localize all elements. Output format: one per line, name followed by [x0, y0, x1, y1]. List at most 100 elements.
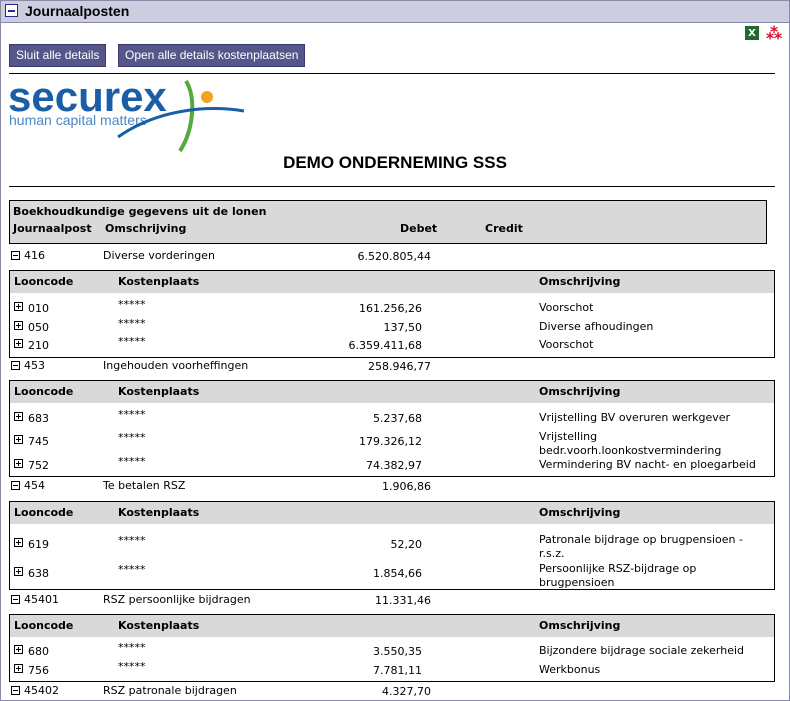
- col-omschrijving-detail: Omschrijving: [539, 506, 621, 519]
- col-journaalpost: Journaalpost: [13, 222, 92, 235]
- looncode: 210: [28, 339, 49, 352]
- line-desc: r.s.z.: [539, 547, 565, 560]
- journal-desc: RSZ persoonlijke bijdragen: [103, 593, 251, 606]
- journal-row: 45401 RSZ persoonlijke bijdragen 11.331,…: [11, 593, 771, 609]
- line-desc: Voorschot: [539, 338, 594, 351]
- collapse-row-icon[interactable]: [11, 361, 20, 370]
- journal-debet: 6.520.805,44: [357, 250, 431, 263]
- line-desc: brugpensioen: [539, 576, 615, 589]
- expand-row-icon[interactable]: [14, 459, 23, 468]
- expand-row-icon[interactable]: [14, 321, 23, 330]
- detail-header: Looncode Kostenplaats Omschrijving: [10, 381, 774, 403]
- pdf-export-icon[interactable]: ⁂: [766, 24, 782, 43]
- expand-row-icon[interactable]: [14, 339, 23, 348]
- table-row: 050 ***** 137,50 Diverse afhoudingen: [14, 317, 774, 334]
- journal-row: 45402 RSZ patronale bijdragen 4.327,70: [11, 684, 771, 700]
- journaalposten-panel: Journaalposten X ⁂ Sluit alle details Op…: [0, 0, 790, 701]
- amount: 137,50: [383, 321, 423, 334]
- journal-code: 45402: [24, 684, 59, 697]
- divider: [9, 73, 775, 74]
- collapse-row-icon[interactable]: [11, 481, 20, 490]
- expand-row-icon[interactable]: [14, 538, 23, 547]
- col-looncode: Looncode: [14, 506, 74, 519]
- journal-code: 416: [24, 249, 45, 262]
- collapse-row-icon[interactable]: [11, 686, 20, 695]
- looncode: 680: [28, 645, 49, 658]
- svg-text:human capital matters: human capital matters: [9, 112, 147, 128]
- col-kostenplaats: Kostenplaats: [118, 385, 200, 398]
- journal-debet: 4.327,70: [382, 685, 431, 698]
- amount: 5.237,68: [373, 412, 422, 425]
- journal-code: 454: [24, 479, 45, 492]
- kostenplaats: *****: [118, 641, 146, 654]
- expand-row-icon[interactable]: [14, 412, 23, 421]
- table-row: 010 ***** 161.256,26 Voorschot: [14, 298, 774, 315]
- line-desc: bedr.voorh.loonkostvermindering: [539, 444, 722, 457]
- col-credit: Credit: [485, 222, 523, 235]
- journal-row: 416 Diverse vorderingen 6.520.805,44: [11, 249, 771, 265]
- journal-desc: Diverse vorderingen: [103, 249, 215, 262]
- col-omschrijving-detail: Omschrijving: [539, 385, 621, 398]
- journal-desc: Ingehouden voorheffingen: [103, 359, 249, 372]
- detail-table: Looncode Kostenplaats Omschrijving 619 *…: [9, 501, 775, 590]
- collapse-row-icon[interactable]: [11, 595, 20, 604]
- kostenplaats: *****: [118, 335, 146, 348]
- company-title: DEMO ONDERNEMING SSS: [283, 153, 507, 172]
- kostenplaats: *****: [118, 563, 146, 576]
- line-desc: Vrijstelling: [539, 430, 598, 443]
- open-all-details-button[interactable]: Open alle details kostenplaatsen: [118, 44, 306, 67]
- amount: 52,20: [390, 538, 423, 551]
- kostenplaats: *****: [118, 534, 146, 547]
- table-row: 752 ***** 74.382,97 Vermindering BV nach…: [14, 455, 774, 472]
- col-omschrijving-detail: Omschrijving: [539, 619, 621, 632]
- amount: 179.326,12: [359, 435, 422, 448]
- looncode: 752: [28, 459, 49, 472]
- looncode: 683: [28, 412, 49, 425]
- collapse-icon[interactable]: [5, 4, 18, 17]
- line-desc: Werkbonus: [539, 663, 601, 676]
- journal-desc: RSZ patronale bijdragen: [103, 684, 237, 697]
- amount: 1.854,66: [373, 567, 422, 580]
- col-looncode: Looncode: [14, 619, 74, 632]
- journal-desc: Te betalen RSZ: [103, 479, 186, 492]
- journal-debet: 1.906,86: [382, 480, 431, 493]
- expand-row-icon[interactable]: [14, 567, 23, 576]
- expand-row-icon[interactable]: [14, 302, 23, 311]
- table-row: 745 ***** 179.326,12 Vrijstelling bedr.v…: [14, 430, 774, 457]
- looncode: 619: [28, 538, 49, 551]
- collapse-row-icon[interactable]: [11, 251, 20, 260]
- detail-table: Looncode Kostenplaats Omschrijving 010 *…: [9, 270, 775, 358]
- column-header-box: Boekhoudkundige gegevens uit de lonen Jo…: [9, 200, 767, 244]
- table-row: 680 ***** 3.550,35 Bijzondere bijdrage s…: [14, 641, 774, 658]
- amount: 6.359.411,68: [348, 339, 422, 352]
- kostenplaats: *****: [118, 298, 146, 311]
- amount: 74.382,97: [366, 459, 422, 472]
- journal-debet: 11.331,46: [375, 594, 431, 607]
- excel-export-icon[interactable]: X: [745, 26, 759, 40]
- kostenplaats: *****: [118, 317, 146, 330]
- col-kostenplaats: Kostenplaats: [118, 506, 200, 519]
- looncode: 010: [28, 302, 49, 315]
- journal-code: 45401: [24, 593, 59, 606]
- journal-row: 454 Te betalen RSZ 1.906,86: [11, 479, 771, 495]
- section-title: Boekhoudkundige gegevens uit de lonen: [13, 205, 267, 218]
- amount: 161.256,26: [359, 302, 422, 315]
- line-desc: Vrijstelling BV overuren werkgever: [539, 411, 731, 424]
- line-desc: Diverse afhoudingen: [539, 320, 654, 333]
- kostenplaats: *****: [118, 455, 146, 468]
- panel-title: Journaalposten: [25, 3, 130, 19]
- col-omschrijving: Omschrijving: [105, 222, 187, 235]
- expand-row-icon[interactable]: [14, 435, 23, 444]
- expand-row-icon[interactable]: [14, 645, 23, 654]
- detail-header: Looncode Kostenplaats Omschrijving: [10, 271, 774, 293]
- panel-titlebar: Journaalposten: [1, 1, 789, 23]
- col-kostenplaats: Kostenplaats: [118, 275, 200, 288]
- detail-table: Looncode Kostenplaats Omschrijving 680 *…: [9, 614, 775, 682]
- col-looncode: Looncode: [14, 385, 74, 398]
- expand-row-icon[interactable]: [14, 664, 23, 673]
- line-desc: Persoonlijke RSZ-bijdrage op: [539, 562, 697, 575]
- line-desc: Vermindering BV nacht- en ploegarbeid: [539, 458, 756, 471]
- kostenplaats: *****: [118, 431, 146, 444]
- close-all-details-button[interactable]: Sluit alle details: [9, 44, 107, 67]
- table-row: 683 ***** 5.237,68 Vrijstelling BV overu…: [14, 408, 774, 425]
